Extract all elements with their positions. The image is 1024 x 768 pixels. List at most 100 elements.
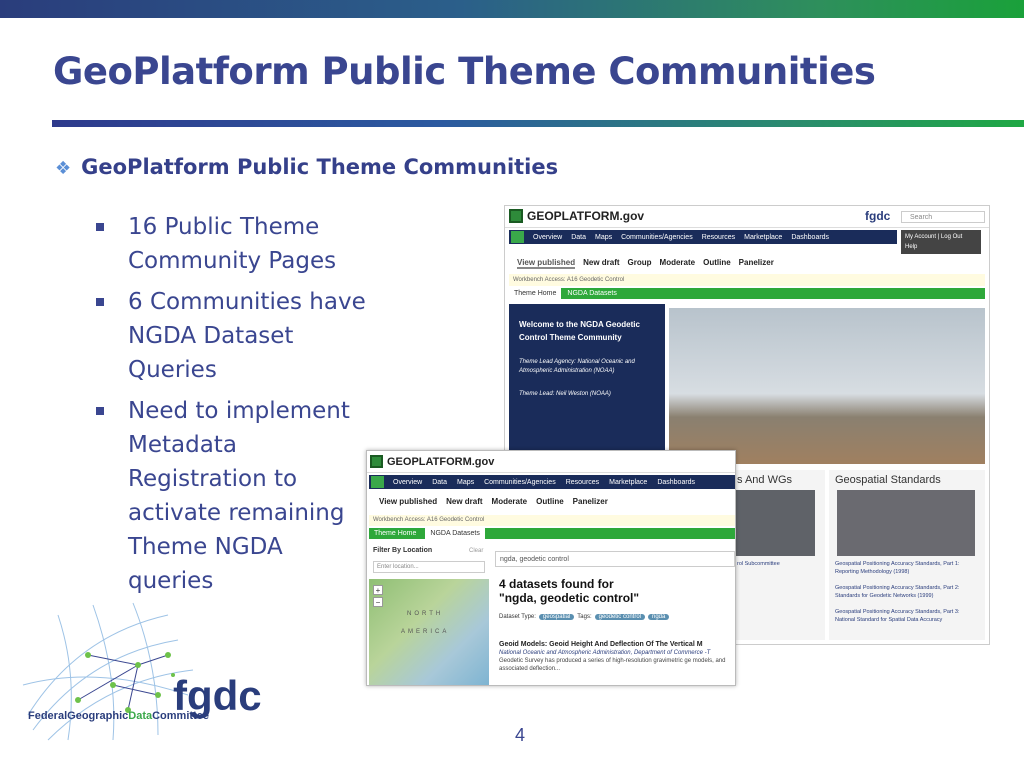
fgdc-logo: fgdc: [22, 602, 262, 741]
map-label: AMERICA: [401, 629, 450, 635]
standard-link[interactable]: Geospatial Positioning Accuracy Standard…: [829, 556, 985, 580]
help-link[interactable]: Help: [905, 244, 917, 250]
zoom-out-button[interactable]: −: [373, 597, 383, 607]
card-link[interactable]: rol Subcommittee: [733, 556, 825, 572]
location-input[interactable]: Enter location...: [373, 561, 485, 573]
theme-lead: Theme Lead: Neil Weston (NOAA): [519, 391, 611, 397]
active-filters: Dataset Type: geospatial Tags: geodetic …: [499, 614, 670, 620]
site-header: GEOPLATFORM.gov: [367, 451, 735, 473]
fgdc-mini-logo: fgdc: [865, 209, 891, 223]
bullet-list: 16 Public Theme Community Pages 6 Commun…: [96, 210, 366, 605]
slide-subtitle: ❖ GeoPlatform Public Theme Communities: [55, 155, 558, 179]
workbench-access: Workbench Access: A16 Geodetic Control: [369, 515, 735, 526]
zoom-in-button[interactable]: +: [373, 585, 383, 595]
nav-item[interactable]: Maps: [595, 234, 612, 241]
tab-moderate[interactable]: Moderate: [660, 258, 696, 269]
workbench-tabs: View published New draft Moderate Outlin…: [379, 497, 608, 506]
square-bullet-icon: [96, 223, 104, 231]
tab-new-draft[interactable]: New draft: [446, 497, 482, 506]
standard-link[interactable]: Geospatial Positioning Accuracy Standard…: [829, 604, 985, 628]
nav-item[interactable]: Overview: [393, 479, 422, 486]
tab-theme-home[interactable]: Theme Home: [369, 528, 422, 539]
site-brand[interactable]: GEOPLATFORM.gov: [370, 455, 494, 468]
tab-outline[interactable]: Outline: [703, 258, 731, 269]
result-item: Geoid Models: Geoid Height And Deflectio…: [499, 641, 735, 673]
nav-item[interactable]: Communities/Agencies: [484, 479, 556, 486]
workbench-tabs: View published New draft Group Moderate …: [517, 258, 774, 269]
bullet-item: Need to implement Metadata Registration …: [96, 394, 366, 598]
logo-caption: FederalGeographicDataCommittee: [28, 710, 209, 722]
subcommittees-card[interactable]: s And WGs rol Subcommittee: [733, 470, 825, 640]
card-title: s And WGs: [737, 474, 793, 486]
tab-ngda-datasets[interactable]: NGDA Datasets: [567, 290, 616, 297]
filter-tag[interactable]: ngda: [648, 614, 670, 620]
nav-item[interactable]: Resources: [566, 479, 599, 486]
tab-panelizer[interactable]: Panelizer: [739, 258, 774, 269]
tab-view-published[interactable]: View published: [379, 497, 437, 506]
log-out-link[interactable]: Log Out: [941, 234, 962, 240]
my-account-link[interactable]: My Account: [905, 234, 936, 240]
site-brand[interactable]: GEOPLATFORM.gov: [509, 209, 644, 223]
diamond-bullet-icon: ❖: [55, 158, 72, 179]
nav-item[interactable]: Dashboards: [657, 479, 695, 486]
top-gradient-bar: [0, 0, 1024, 18]
title-rule: [52, 120, 1024, 127]
square-bullet-icon: [96, 407, 104, 415]
results-count: 4 datasets found for "ngda, geodetic cont…: [499, 577, 640, 605]
lead-agency: Theme Lead Agency: National Oceanic and …: [519, 359, 635, 374]
geospatial-standards-card: Geospatial Standards Geospatial Position…: [829, 470, 985, 640]
bullet-text: Need to implement Metadata Registration …: [128, 398, 350, 594]
dataset-type-label: Dataset Type:: [499, 614, 536, 620]
bullet-item: 16 Public Theme Community Pages: [96, 210, 366, 278]
filter-by-location-label: Filter By Location: [373, 547, 433, 554]
main-nav: Overview Data Maps Communities/Agencies …: [509, 230, 897, 244]
nav-item[interactable]: Marketplace: [609, 479, 647, 486]
tab-view-published[interactable]: View published: [517, 258, 576, 269]
nav-item[interactable]: Overview: [533, 234, 562, 241]
nav-item[interactable]: Data: [432, 479, 447, 486]
tab-new-draft[interactable]: New draft: [583, 258, 619, 269]
tab-theme-home[interactable]: Theme Home: [509, 288, 562, 299]
theme-tabs: Theme Home NGDA Datasets: [369, 528, 735, 539]
main-nav: Overview Data Maps Communities/Agencies …: [369, 475, 735, 489]
tab-panelizer[interactable]: Panelizer: [573, 497, 608, 506]
home-icon[interactable]: [511, 231, 524, 243]
tags-label: Tags:: [577, 614, 592, 620]
home-icon[interactable]: [371, 476, 384, 488]
search-input[interactable]: Search: [901, 211, 985, 223]
tab-ngda-datasets[interactable]: NGDA Datasets: [425, 528, 485, 539]
site-header: GEOPLATFORM.gov fgdc Search: [505, 206, 989, 228]
welcome-panel: Welcome to the NGDA Geodetic Control The…: [509, 304, 665, 464]
slide-title: GeoPlatform Public Theme Communities: [53, 50, 876, 93]
tab-moderate[interactable]: Moderate: [492, 497, 528, 506]
workbench-access: Workbench Access: A16 Geodetic Control: [509, 274, 985, 286]
standard-link[interactable]: Geospatial Positioning Accuracy Standard…: [829, 580, 985, 604]
map-label: NORTH: [407, 611, 444, 617]
nav-item[interactable]: Data: [571, 234, 586, 241]
account-menu: My Account | Log Out Help: [901, 230, 981, 254]
nav-item[interactable]: Marketplace: [744, 234, 782, 241]
card-image: [735, 490, 815, 556]
dataset-search-input[interactable]: ngda, geodetic control: [495, 551, 735, 567]
nav-item[interactable]: Maps: [457, 479, 474, 486]
result-title[interactable]: Geoid Models: Geoid Height And Deflectio…: [499, 641, 735, 649]
ngda-datasets-screenshot: GEOPLATFORM.gov Overview Data Maps Commu…: [366, 450, 736, 686]
tab-outline[interactable]: Outline: [536, 497, 564, 506]
geoplatform-logo-icon: [370, 455, 383, 468]
card-image: [837, 490, 975, 556]
filter-tag[interactable]: geodetic control: [594, 614, 645, 620]
result-source: National Oceanic and Atmospheric Adminis…: [499, 650, 711, 656]
bullet-text: 16 Public Theme Community Pages: [128, 214, 337, 274]
page-number: 4: [515, 725, 526, 745]
nav-item[interactable]: Communities/Agencies: [621, 234, 693, 241]
geoplatform-logo-icon: [509, 209, 523, 223]
nav-item[interactable]: Dashboards: [791, 234, 829, 241]
field-survey-photo: [669, 308, 985, 464]
nav-item[interactable]: Resources: [702, 234, 735, 241]
location-map[interactable]: + − NORTH AMERICA: [369, 579, 489, 685]
bullet-text: 6 Communities have NGDA Dataset Queries: [128, 289, 366, 383]
filter-tag[interactable]: geospatial: [538, 614, 575, 620]
bullet-item: 6 Communities have NGDA Dataset Queries: [96, 285, 366, 387]
clear-filter-link[interactable]: Clear: [469, 548, 483, 554]
tab-group[interactable]: Group: [628, 258, 652, 269]
